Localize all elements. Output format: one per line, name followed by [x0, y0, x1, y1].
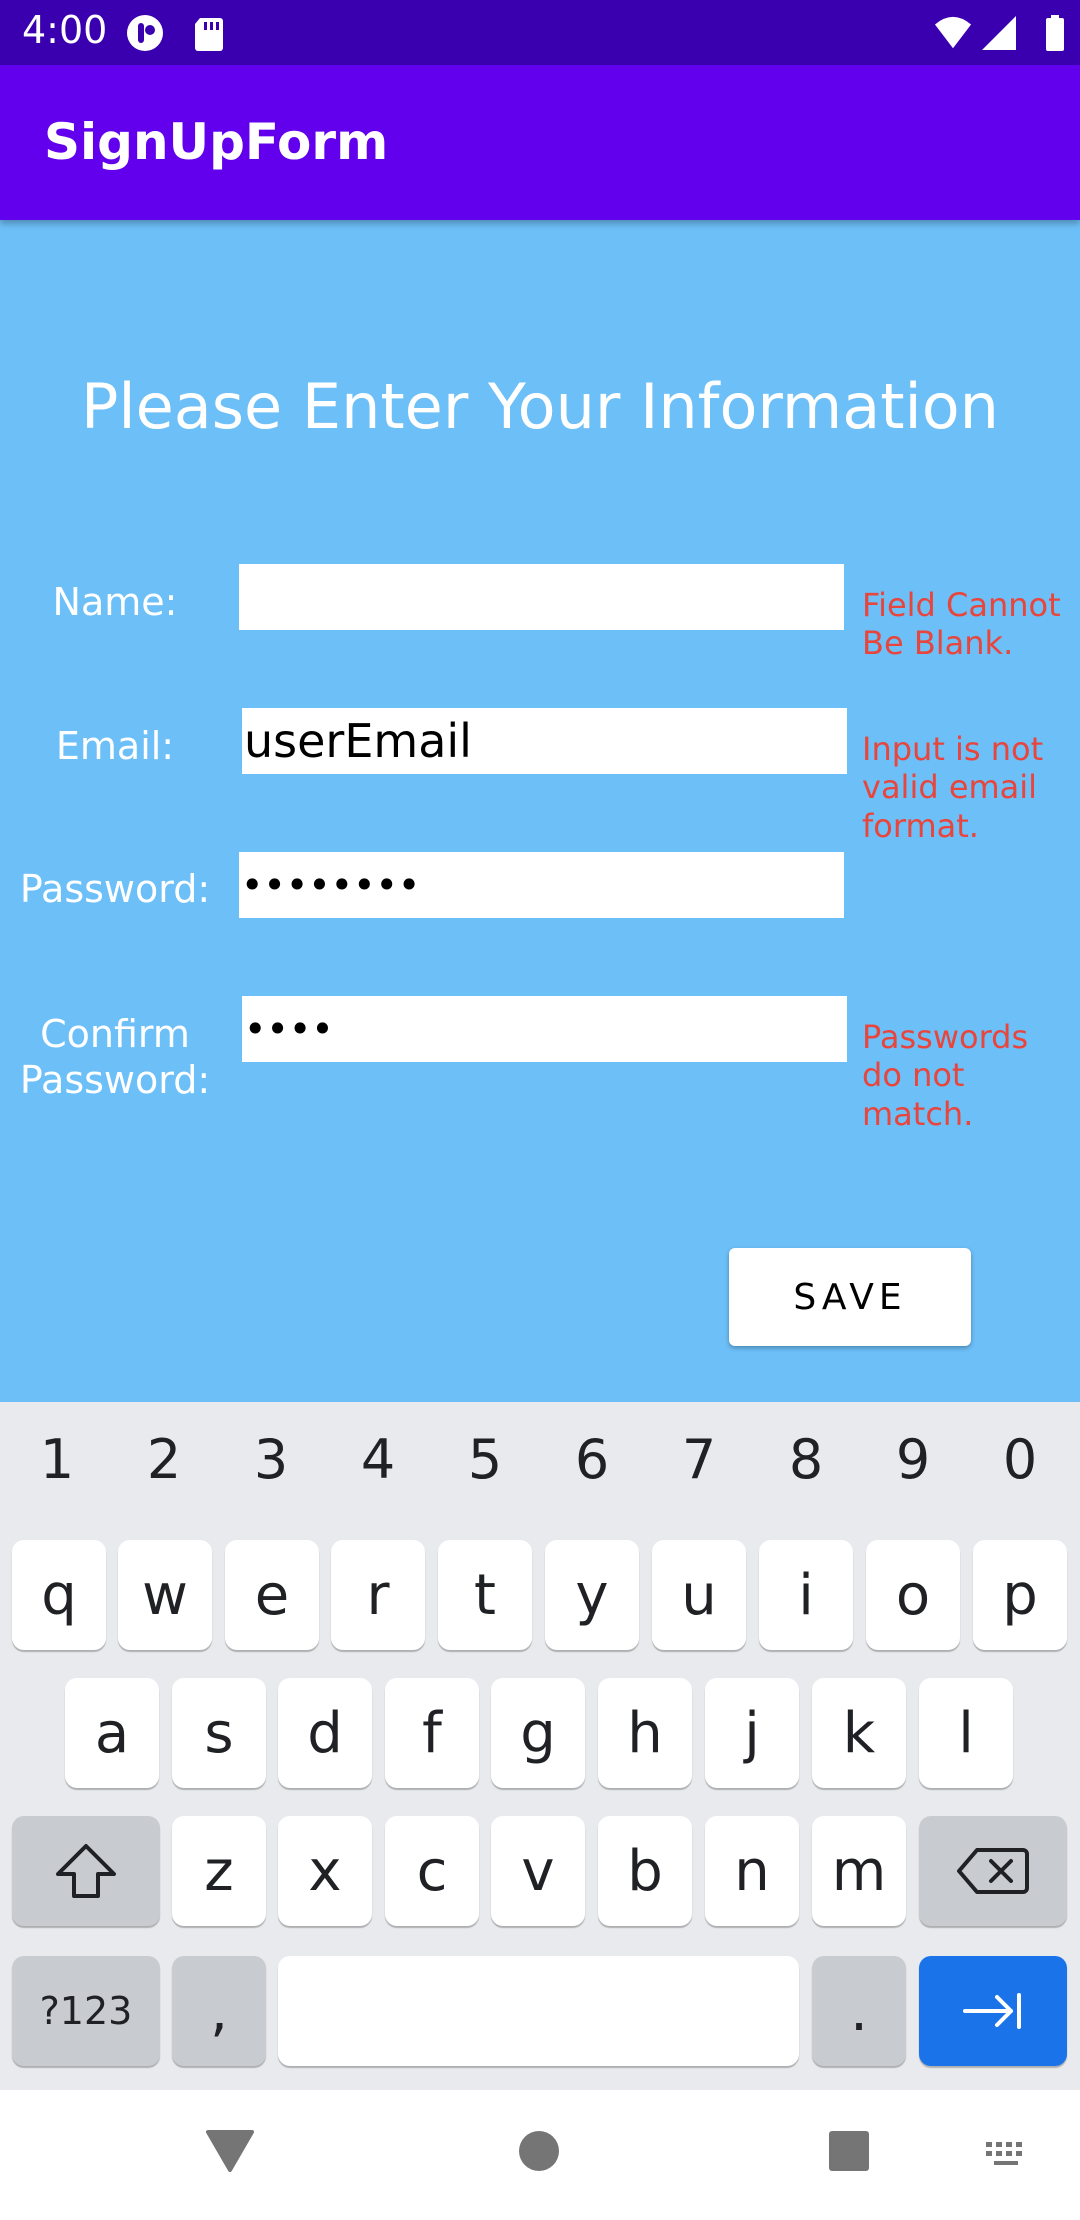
status-time: 4:00: [22, 8, 108, 52]
app-title: SignUpForm: [44, 113, 389, 171]
key-l[interactable]: l: [919, 1678, 1013, 1788]
tab-arrow-icon: [963, 1993, 1021, 2029]
comma-key[interactable]: ,: [172, 1956, 266, 2066]
name-field[interactable]: [239, 564, 844, 630]
key-1[interactable]: 1: [7, 1428, 107, 1491]
key-o[interactable]: o: [866, 1540, 960, 1650]
key-c[interactable]: c: [385, 1816, 479, 1926]
confirm-password-error: Passwords do not match.: [862, 1018, 1029, 1133]
battery-icon: [1046, 15, 1064, 51]
password-field[interactable]: ••••••••: [239, 852, 844, 918]
next-action-key[interactable]: [919, 1956, 1067, 2066]
key-5[interactable]: 5: [435, 1428, 535, 1491]
navigation-bar: [0, 2090, 1080, 2220]
key-b[interactable]: b: [598, 1816, 692, 1926]
email-field[interactable]: userEmail: [242, 708, 847, 774]
key-4[interactable]: 4: [328, 1428, 428, 1491]
email-error: Input is not valid email format.: [862, 730, 1044, 845]
key-v[interactable]: v: [491, 1816, 585, 1926]
shift-key[interactable]: [12, 1816, 160, 1926]
name-error: Field Cannot Be Blank.: [862, 586, 1061, 663]
back-icon[interactable]: [205, 2128, 255, 2172]
key-z[interactable]: z: [172, 1816, 266, 1926]
status-bar: 4:00: [0, 0, 1080, 65]
confirm-password-field[interactable]: ••••: [242, 996, 847, 1062]
key-0[interactable]: 0: [970, 1428, 1070, 1491]
key-a[interactable]: a: [65, 1678, 159, 1788]
password-label: Password:: [19, 867, 211, 911]
home-icon[interactable]: [518, 2130, 560, 2172]
key-f[interactable]: f: [385, 1678, 479, 1788]
key-p[interactable]: p: [973, 1540, 1067, 1650]
key-g[interactable]: g: [491, 1678, 585, 1788]
key-d[interactable]: d: [278, 1678, 372, 1788]
backspace-key[interactable]: [919, 1816, 1067, 1926]
key-n[interactable]: n: [705, 1816, 799, 1926]
confirm-password-label: Confirm Password:: [19, 1012, 211, 1102]
key-k[interactable]: k: [812, 1678, 906, 1788]
key-e[interactable]: e: [225, 1540, 319, 1650]
key-6[interactable]: 6: [542, 1428, 642, 1491]
key-s[interactable]: s: [172, 1678, 266, 1788]
key-2[interactable]: 2: [114, 1428, 214, 1491]
soft-keyboard: 1 2 3 4 5 6 7 8 9 0 q w e r t y u i o p …: [0, 1402, 1080, 2090]
symbols-key[interactable]: ?123: [12, 1956, 160, 2066]
key-h[interactable]: h: [598, 1678, 692, 1788]
form-heading: Please Enter Your Information: [81, 370, 999, 443]
sd-card-icon: [195, 18, 223, 51]
key-t[interactable]: t: [438, 1540, 532, 1650]
wifi-icon: [934, 16, 972, 49]
key-3[interactable]: 3: [221, 1428, 321, 1491]
save-button[interactable]: SAVE: [729, 1248, 971, 1346]
key-i[interactable]: i: [759, 1540, 853, 1650]
key-w[interactable]: w: [118, 1540, 212, 1650]
period-key[interactable]: .: [812, 1956, 906, 2066]
email-label: Email:: [55, 724, 175, 768]
key-8[interactable]: 8: [756, 1428, 856, 1491]
key-7[interactable]: 7: [649, 1428, 749, 1491]
key-j[interactable]: j: [705, 1678, 799, 1788]
key-u[interactable]: u: [652, 1540, 746, 1650]
recents-icon[interactable]: [828, 2130, 870, 2172]
key-m[interactable]: m: [812, 1816, 906, 1926]
app-notification-icon: [127, 15, 163, 51]
spacebar[interactable]: [278, 1956, 799, 2066]
key-y[interactable]: y: [545, 1540, 639, 1650]
key-9[interactable]: 9: [863, 1428, 963, 1491]
key-q[interactable]: q: [12, 1540, 106, 1650]
name-label: Name:: [52, 580, 178, 624]
cell-signal-icon: [982, 16, 1016, 50]
key-r[interactable]: r: [331, 1540, 425, 1650]
shift-icon: [56, 1844, 116, 1898]
backspace-icon: [957, 1848, 1029, 1894]
key-x[interactable]: x: [278, 1816, 372, 1926]
app-bar: SignUpForm: [0, 65, 1080, 220]
keyboard-switch-icon[interactable]: [984, 2140, 1030, 2170]
